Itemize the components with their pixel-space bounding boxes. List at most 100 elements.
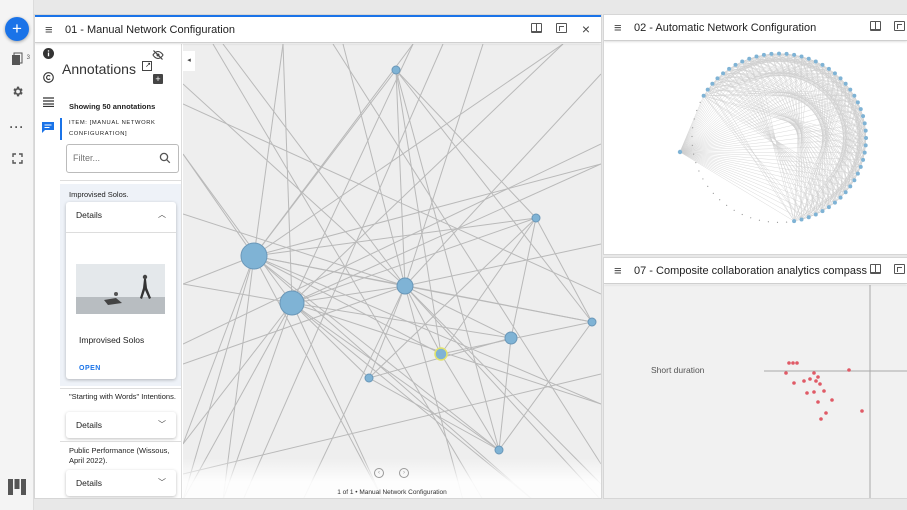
compass-viewer[interactable]: Short duration (604, 285, 907, 498)
compass-dot (847, 368, 851, 372)
details-label: Details (76, 478, 102, 488)
graph-edge (253, 255, 500, 451)
network-node (792, 219, 797, 224)
details-label: Details (76, 420, 102, 430)
maximize-icon[interactable] (892, 264, 906, 277)
annotation-text: Improvised Solos. (69, 190, 129, 199)
compass-dot (824, 411, 828, 415)
auto-network-viewer[interactable] (604, 42, 907, 254)
menu-icon[interactable]: ≡ (614, 21, 622, 35)
fullscreen-icon[interactable] (8, 151, 26, 169)
details-card[interactable]: Details ﹀ (66, 412, 176, 438)
search-icon (159, 152, 171, 164)
network-node (820, 209, 825, 214)
network-node (702, 178, 704, 180)
compass-dot (812, 371, 816, 375)
annotation-count: Showing 50 annotations (69, 102, 156, 111)
collapse-panel-button[interactable]: ◂ (183, 51, 195, 71)
compass-dot (819, 417, 823, 421)
compass-dot (818, 382, 822, 386)
details-card[interactable]: Details ﹀ (66, 470, 176, 496)
compass-dot (784, 371, 788, 375)
menu-icon[interactable]: ≡ (45, 23, 53, 37)
network-node (701, 93, 706, 98)
compass-dot (792, 381, 796, 385)
network-node (692, 127, 694, 129)
graph-node (494, 445, 504, 455)
annotation-entry[interactable]: Public Performance (Wissous, April 2022)… (60, 443, 181, 498)
graph-edge (253, 217, 537, 257)
info-icon[interactable] (41, 48, 55, 62)
annotation-entry[interactable]: "Starting with Words" Intentions. Detail… (60, 390, 181, 442)
window-analytics-compass: ≡ 07 - Composite collaboration analytics… (604, 258, 907, 498)
copyright-icon[interactable] (41, 72, 55, 86)
compass-dot (822, 389, 826, 393)
chevron-down-icon: ﹀ (158, 478, 166, 487)
annotations-panel: Annotations ↗ + Showing 50 annotations I… (60, 44, 182, 498)
more-icon[interactable]: ··· (8, 118, 26, 136)
chevron-up-icon: ︿ (158, 210, 166, 219)
network-node (863, 128, 868, 133)
network-node (861, 114, 866, 119)
filter-input[interactable] (73, 153, 153, 163)
graph-edge (440, 353, 500, 451)
network-node (741, 213, 743, 216)
compass-plot (764, 285, 907, 498)
window-manual-network: ≡ 01 - Manual Network Configuration × An… (35, 15, 601, 498)
network-node (733, 62, 738, 67)
graph-edge (282, 44, 293, 304)
annotation-entry[interactable]: Improvised Solos. Details ︿ Improvised S… (60, 184, 181, 386)
table-of-contents-icon[interactable] (41, 97, 55, 111)
book-view-icon[interactable] (868, 264, 882, 277)
window-title: 02 - Automatic Network Configuration (634, 22, 817, 34)
network-node (726, 204, 728, 206)
canvas-pager: ‹ › 1 of 1 • Manual Network Configuratio… (183, 458, 601, 498)
annotations-icon[interactable] (41, 122, 55, 136)
details-toggle[interactable]: Details ︿ (66, 202, 176, 228)
network-node (843, 81, 848, 86)
graph-edge (183, 255, 255, 445)
window-header: ≡ 02 - Automatic Network Configuration (604, 15, 907, 41)
annotation-text: Public Performance (Wissous, April 2022)… (69, 446, 170, 465)
add-button[interactable]: + (5, 17, 29, 41)
thumbnail-image[interactable] (76, 264, 165, 314)
network-node (861, 157, 866, 162)
network-node (712, 192, 714, 194)
menu-icon[interactable]: ≡ (614, 264, 622, 278)
close-icon[interactable]: × (579, 22, 593, 36)
network-node (792, 52, 797, 57)
annotations-title: Annotations (62, 61, 136, 77)
previous-canvas-icon[interactable]: ‹ (374, 468, 384, 478)
network-node (715, 76, 720, 81)
network-node (848, 87, 853, 92)
maximize-icon[interactable] (554, 23, 568, 36)
network-node (761, 52, 766, 57)
add-annotation-icon[interactable]: + (153, 74, 163, 84)
next-canvas-icon[interactable]: › (399, 468, 409, 478)
gear-icon[interactable] (8, 85, 26, 103)
network-node (799, 54, 804, 59)
network-node (832, 200, 837, 205)
open-link[interactable]: OPEN (79, 365, 101, 372)
network-graph (183, 44, 601, 498)
visibility-off-icon[interactable] (152, 50, 164, 63)
network-node (848, 184, 853, 189)
book-view-icon[interactable] (529, 23, 543, 36)
books-icon[interactable]: 3 (8, 52, 30, 70)
short-duration-label: Short duration (651, 365, 705, 375)
network-node (698, 170, 700, 172)
compass-dot (787, 361, 791, 365)
network-node (691, 144, 693, 146)
maximize-icon[interactable] (892, 21, 906, 34)
book-view-icon[interactable] (868, 21, 882, 34)
network-node (733, 209, 735, 211)
network-graph-viewer[interactable]: ‹ › 1 of 1 • Manual Network Configuratio… (183, 44, 601, 498)
divider (66, 232, 176, 233)
compass-dot (808, 377, 812, 381)
network-node (696, 109, 698, 112)
open-external-icon[interactable]: ↗ (142, 61, 152, 71)
annotations-header: Annotations ↗ + (60, 44, 181, 94)
filter-field[interactable] (66, 144, 179, 173)
network-edge (679, 89, 851, 153)
network-node (777, 51, 781, 56)
